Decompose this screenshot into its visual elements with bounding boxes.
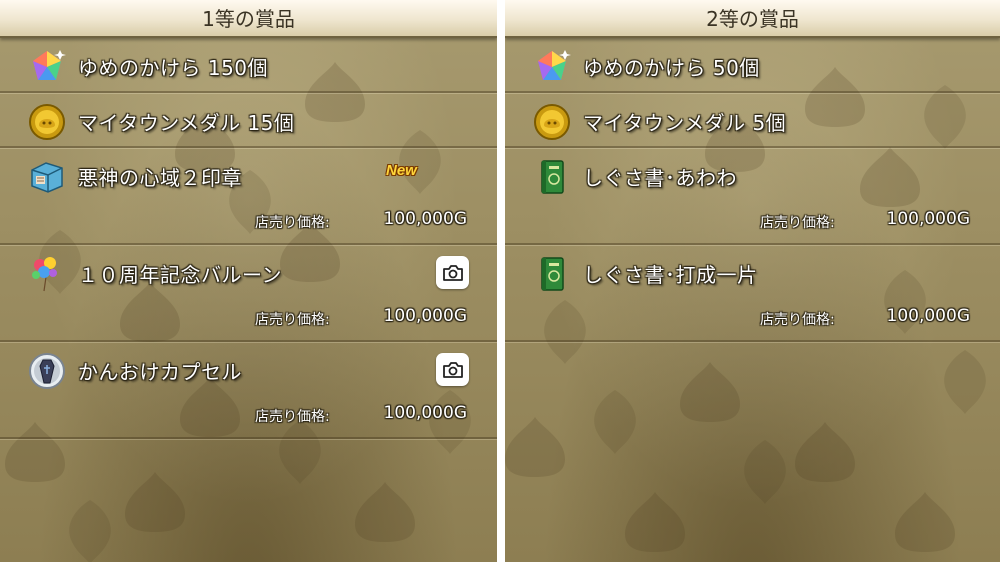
item-name: しぐさ書･あわわ xyxy=(583,166,737,190)
item-name: マイタウンメダル 5個 xyxy=(583,111,787,135)
item-name: ゆめのかけら 150個 xyxy=(78,56,269,80)
item-name: マイタウンメダル 15個 xyxy=(78,111,295,135)
gesture-book-icon xyxy=(541,160,564,194)
camera-icon xyxy=(442,361,463,378)
camera-button[interactable] xyxy=(436,353,469,386)
dream-fragment-icon xyxy=(33,50,66,80)
balloon-icon xyxy=(32,257,57,292)
camera-button[interactable] xyxy=(436,256,469,289)
item-name: ゆめのかけら 50個 xyxy=(583,56,760,80)
prize-item-dream-fragment[interactable]: ゆめのかけら 50個 xyxy=(505,38,1000,93)
item-name: かんおけカプセル xyxy=(78,360,242,384)
price-value: 100,000G xyxy=(886,306,970,326)
prize-item-dream-fragment[interactable]: ゆめのかけら 150個 xyxy=(0,38,497,93)
dream-fragment-icon xyxy=(538,50,571,80)
price-label: 店売り価格: xyxy=(760,312,835,328)
prize-item-anniversary-balloon[interactable]: １０周年記念バルーン 店売り価格: 100,000G xyxy=(0,245,497,342)
panel-divider xyxy=(497,0,505,562)
second-prize-panel: 2等の賞品 ゆめのかけら 50個 マイタウンメダル 5個 しぐさ書･あわわ 店売… xyxy=(505,0,1000,562)
price-label: 店売り価格: xyxy=(760,215,835,231)
price-value: 100,000G xyxy=(886,209,970,229)
mytown-medal-icon xyxy=(534,104,570,140)
prize-item-gesture-book-dasei[interactable]: しぐさ書･打成一片 店売り価格: 100,000G xyxy=(505,245,1000,342)
price-label: 店売り価格: xyxy=(255,409,330,425)
gesture-book-icon xyxy=(541,257,564,291)
item-name: １０周年記念バルーン xyxy=(78,263,282,287)
panel-title: 1等の賞品 xyxy=(0,0,497,38)
price-value: 100,000G xyxy=(383,306,467,326)
seal-box-icon xyxy=(31,162,63,193)
price-label: 店売り価格: xyxy=(255,215,330,231)
price-value: 100,000G xyxy=(383,403,467,423)
prize-item-coffin-capsule[interactable]: かんおけカプセル 店売り価格: 100,000G xyxy=(0,342,497,439)
prize-item-mytown-medal[interactable]: マイタウンメダル 15個 xyxy=(0,93,497,148)
item-name: 悪神の心域２印章 xyxy=(78,166,242,190)
coffin-capsule-icon xyxy=(29,353,65,389)
item-name: しぐさ書･打成一片 xyxy=(583,263,758,287)
prize-item-gesture-book-awawa[interactable]: しぐさ書･あわわ 店売り価格: 100,000G xyxy=(505,148,1000,245)
mytown-medal-icon xyxy=(29,104,65,140)
prize-item-mytown-medal[interactable]: マイタウンメダル 5個 xyxy=(505,93,1000,148)
prize-item-evil-god-seal[interactable]: 悪神の心域２印章 New 店売り価格: 100,000G xyxy=(0,148,497,245)
price-label: 店売り価格: xyxy=(255,312,330,328)
panel-title: 2等の賞品 xyxy=(505,0,1000,38)
price-value: 100,000G xyxy=(383,209,467,229)
first-prize-panel: 1等の賞品 ゆめのかけら 150個 マイタウンメダル 15個 悪神の心域２印章 … xyxy=(0,0,497,562)
new-badge: New xyxy=(386,162,417,179)
camera-icon xyxy=(442,264,463,281)
